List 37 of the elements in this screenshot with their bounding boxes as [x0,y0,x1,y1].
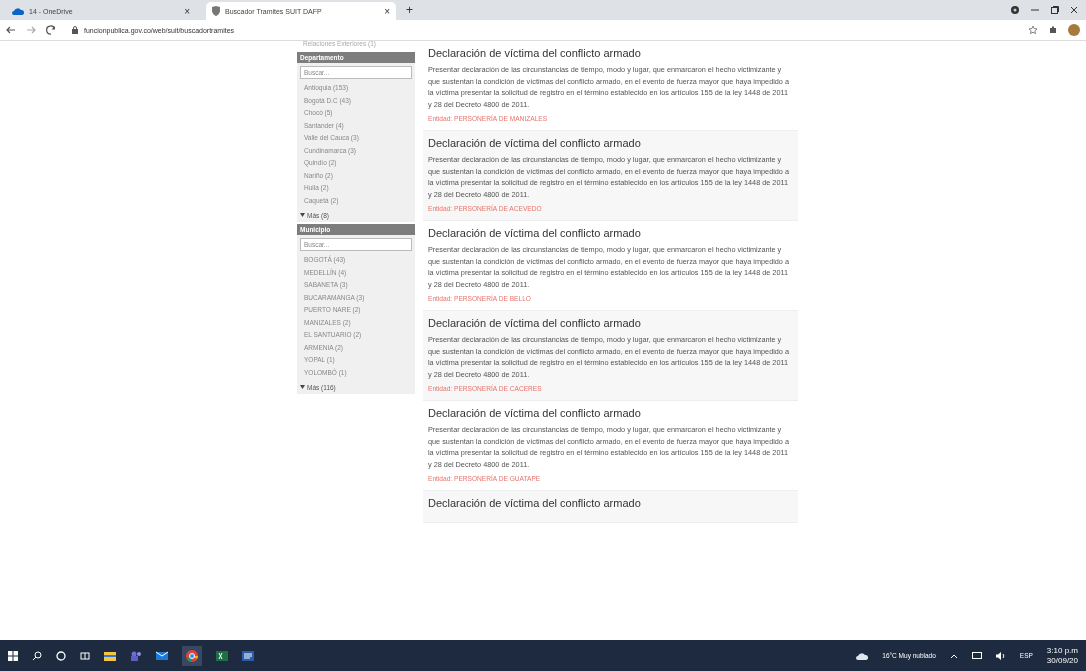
clock-time[interactable]: 3:10 p.m [1046,645,1078,656]
record-icon[interactable] [1010,5,1020,15]
circle-icon[interactable] [56,650,66,661]
speaker-icon[interactable] [995,651,1006,660]
avatar[interactable] [1068,24,1080,36]
task-view-icon[interactable] [80,650,90,661]
result-title[interactable]: Declaración de víctima del conflicto armado [428,317,793,329]
caret-icon [300,385,305,390]
reload-icon[interactable] [46,25,56,35]
people-icon[interactable] [130,650,142,661]
browser-icon[interactable] [182,645,202,666]
result-title[interactable]: Declaración de víctima del conflicto armado [428,137,793,149]
close-tab-button[interactable]: × [384,5,390,17]
back-icon[interactable] [6,25,16,35]
restore-icon[interactable] [1050,5,1060,15]
close-icon[interactable] [1070,5,1078,15]
cloud-icon [12,7,24,15]
clock-date[interactable]: 30/09/20 [1046,655,1078,666]
new-tab-button[interactable]: + [406,3,413,17]
cloud-icon [856,651,869,660]
network-icon[interactable] [971,651,982,660]
shield-icon [212,6,220,16]
mail-icon[interactable] [156,650,168,661]
search-icon[interactable] [32,650,42,661]
caret-icon [300,213,305,218]
result-title[interactable]: Declaración de víctima del conflicto armado [428,47,793,59]
folder-icon[interactable] [104,650,116,661]
result-title[interactable]: Declaración de víctima del conflicto armado [428,407,793,419]
star-icon[interactable] [1028,25,1038,35]
result-title[interactable]: Declaración de víctima del conflicto armado [428,227,793,239]
close-tab-button[interactable]: × [184,5,190,17]
lock-icon [72,26,78,34]
spreadsheet-icon[interactable] [216,650,228,661]
windows-icon[interactable] [8,650,18,661]
result-title[interactable]: Declaración de víctima del conflicto armado [428,497,793,509]
document-icon[interactable] [242,650,254,661]
puzzle-icon[interactable] [1048,25,1058,35]
